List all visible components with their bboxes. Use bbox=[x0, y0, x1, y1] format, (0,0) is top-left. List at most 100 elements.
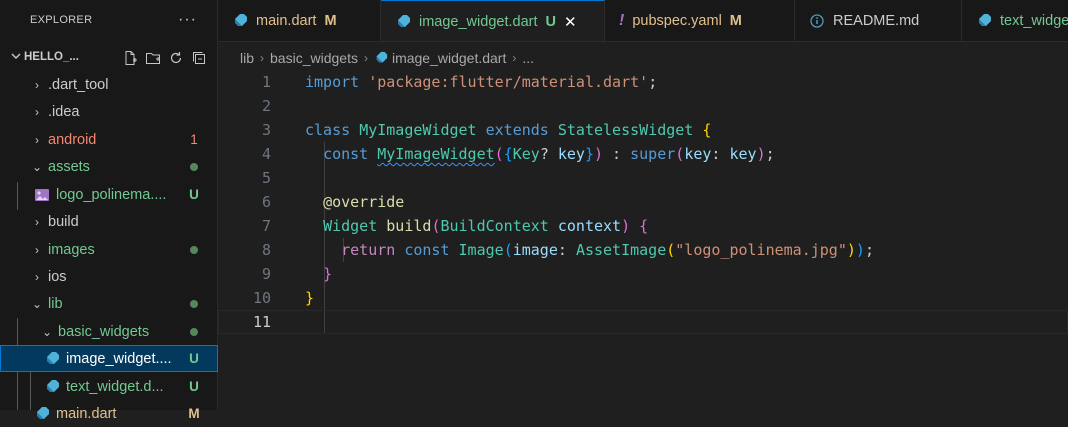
tree-item-label: logo_polinema.... bbox=[56, 186, 167, 203]
untracked-badge: U bbox=[189, 351, 199, 366]
tab-status: M bbox=[324, 12, 337, 29]
lint-warning-squiggle: MyImageWidget bbox=[377, 145, 495, 163]
breadcrumb-item[interactable]: image_widget.dart bbox=[392, 50, 506, 66]
info-icon bbox=[809, 13, 825, 29]
chevron-right-icon: › bbox=[512, 51, 517, 65]
code-text: return const Image(image: AssetImage("lo… bbox=[341, 241, 874, 259]
modified-dot bbox=[190, 299, 198, 308]
tree-file-image-widget[interactable]: image_widget.... U bbox=[0, 345, 218, 372]
tree-item-label: build bbox=[48, 213, 79, 230]
line-number: 10 bbox=[252, 289, 271, 307]
breadcrumb-item[interactable]: basic_widgets bbox=[270, 50, 358, 66]
breadcrumb-item[interactable]: lib bbox=[240, 50, 254, 66]
code-editor[interactable]: 1 import 'package:flutter/material.dart';… bbox=[218, 70, 1068, 334]
tree-item-label: .idea bbox=[48, 103, 80, 120]
tree-folder-basic-widgets[interactable]: ⌄ basic_widgets bbox=[0, 318, 218, 345]
code-text: class MyImageWidget extends StatelessWid… bbox=[305, 121, 712, 139]
chevron-right-icon: › bbox=[35, 132, 39, 147]
tree-folder-lib[interactable]: ⌄ lib bbox=[0, 290, 218, 317]
line-number: 8 bbox=[261, 241, 271, 259]
code-line: 4 const MyImageWidget({Key? key}) : supe… bbox=[218, 142, 1068, 166]
line-number: 9 bbox=[261, 265, 271, 283]
explorer-sidebar: EXPLORER ··· HELLO_... › .dart_tool › .i… bbox=[0, 0, 218, 422]
tab-label: main.dart bbox=[256, 12, 317, 29]
tree-file-main-dart[interactable]: main.dart M bbox=[0, 400, 218, 427]
line-number: 5 bbox=[261, 169, 271, 187]
line-number: 7 bbox=[261, 217, 271, 235]
tab-label: README.md bbox=[833, 12, 920, 29]
tree-folder-images[interactable]: › images bbox=[0, 236, 218, 263]
breadcrumb: lib › basic_widgets › image_widget.dart … bbox=[240, 46, 534, 70]
close-icon[interactable]: ✕ bbox=[564, 13, 577, 31]
tree-item-label: .dart_tool bbox=[48, 76, 109, 93]
dart-file-icon bbox=[34, 406, 50, 422]
dart-file-icon bbox=[44, 379, 60, 395]
tree-item-label: lib bbox=[48, 295, 63, 312]
code-line: 1 import 'package:flutter/material.dart'; bbox=[218, 70, 1068, 94]
new-file-icon[interactable] bbox=[122, 50, 137, 65]
collapse-all-icon[interactable] bbox=[191, 50, 205, 64]
chevron-right-icon: › bbox=[35, 269, 39, 284]
code-text: const MyImageWidget({Key? key}) : super(… bbox=[323, 145, 775, 163]
tab-text-widget-dart[interactable]: text_widget.dart bbox=[962, 0, 1068, 41]
chevron-down-icon bbox=[10, 50, 24, 65]
tab-label: image_widget.dart bbox=[419, 13, 538, 30]
explorer-title: EXPLORER bbox=[30, 14, 93, 26]
chevron-right-icon: › bbox=[260, 51, 265, 65]
explorer-header: EXPLORER ··· bbox=[0, 0, 217, 40]
code-text: @override bbox=[323, 193, 405, 211]
tree-folder-assets[interactable]: ⌄ assets bbox=[0, 153, 218, 180]
code-text: } bbox=[323, 265, 333, 283]
line-number: 1 bbox=[261, 73, 271, 91]
tab-label: pubspec.yaml bbox=[632, 12, 722, 29]
tree-folder-build[interactable]: › build bbox=[0, 208, 218, 235]
tree-item-label: assets bbox=[48, 158, 90, 175]
tab-pubspec-yaml[interactable]: ! pubspec.yaml M bbox=[605, 0, 795, 41]
modified-badge: M bbox=[188, 406, 200, 421]
project-root[interactable]: HELLO_... bbox=[0, 40, 217, 74]
chevron-right-icon: › bbox=[35, 242, 39, 257]
tree-item-label: ios bbox=[48, 268, 67, 285]
code-line: 7 Widget build(BuildContext context) { bbox=[218, 214, 1068, 238]
more-actions-icon[interactable]: ··· bbox=[178, 11, 197, 29]
line-number: 6 bbox=[261, 193, 271, 211]
problem-count-badge: 1 bbox=[190, 132, 198, 147]
tree-folder-ios[interactable]: › ios bbox=[0, 263, 218, 290]
dart-file-icon bbox=[44, 351, 60, 367]
chevron-right-icon: › bbox=[35, 77, 39, 92]
tree-file-text-widget[interactable]: text_widget.d... U bbox=[0, 373, 218, 400]
image-file-icon bbox=[34, 187, 50, 203]
dart-icon bbox=[976, 13, 992, 29]
tab-label: text_widget.dart bbox=[1000, 12, 1068, 29]
untracked-badge: U bbox=[189, 379, 199, 394]
line-number: 2 bbox=[261, 97, 271, 115]
tree-folder-android[interactable]: › android 1 bbox=[0, 126, 218, 153]
new-folder-icon[interactable] bbox=[145, 50, 160, 64]
line-number: 4 bbox=[261, 145, 271, 163]
tab-image-widget-dart[interactable]: image_widget.dart U ✕ bbox=[381, 0, 605, 41]
tree-item-label: main.dart bbox=[56, 405, 117, 422]
dart-icon bbox=[374, 51, 388, 65]
refresh-icon[interactable] bbox=[168, 50, 182, 64]
modified-dot bbox=[190, 327, 198, 336]
breadcrumb-item[interactable]: ... bbox=[522, 50, 534, 66]
tree-item-label: android bbox=[48, 131, 97, 148]
dart-icon bbox=[395, 14, 411, 30]
chevron-down-icon: ⌄ bbox=[41, 324, 53, 339]
chevron-right-icon: › bbox=[35, 214, 39, 229]
line-number: 3 bbox=[261, 121, 271, 139]
tab-main-dart[interactable]: main.dart M bbox=[218, 0, 381, 41]
line-number: 11 bbox=[252, 313, 271, 331]
code-line: 2 bbox=[218, 94, 1068, 118]
tree-file-logo-polinema[interactable]: logo_polinema.... U bbox=[0, 181, 218, 208]
editor-tabs: main.dart M image_widget.dart U ✕ ! pubs… bbox=[218, 0, 1068, 42]
tree-item-label: text_widget.d... bbox=[66, 378, 164, 395]
chevron-down-icon: ⌄ bbox=[31, 159, 43, 174]
tree-folder-idea[interactable]: › .idea bbox=[0, 98, 218, 125]
tab-readme-md[interactable]: README.md bbox=[795, 0, 962, 41]
exclamation-icon: ! bbox=[619, 11, 625, 29]
tree-folder-dart-tool[interactable]: › .dart_tool bbox=[0, 71, 218, 98]
current-code-line: 11 bbox=[218, 310, 1068, 334]
code-line: 8 return const Image(image: AssetImage("… bbox=[218, 238, 1068, 262]
tree-item-label: basic_widgets bbox=[58, 323, 150, 340]
